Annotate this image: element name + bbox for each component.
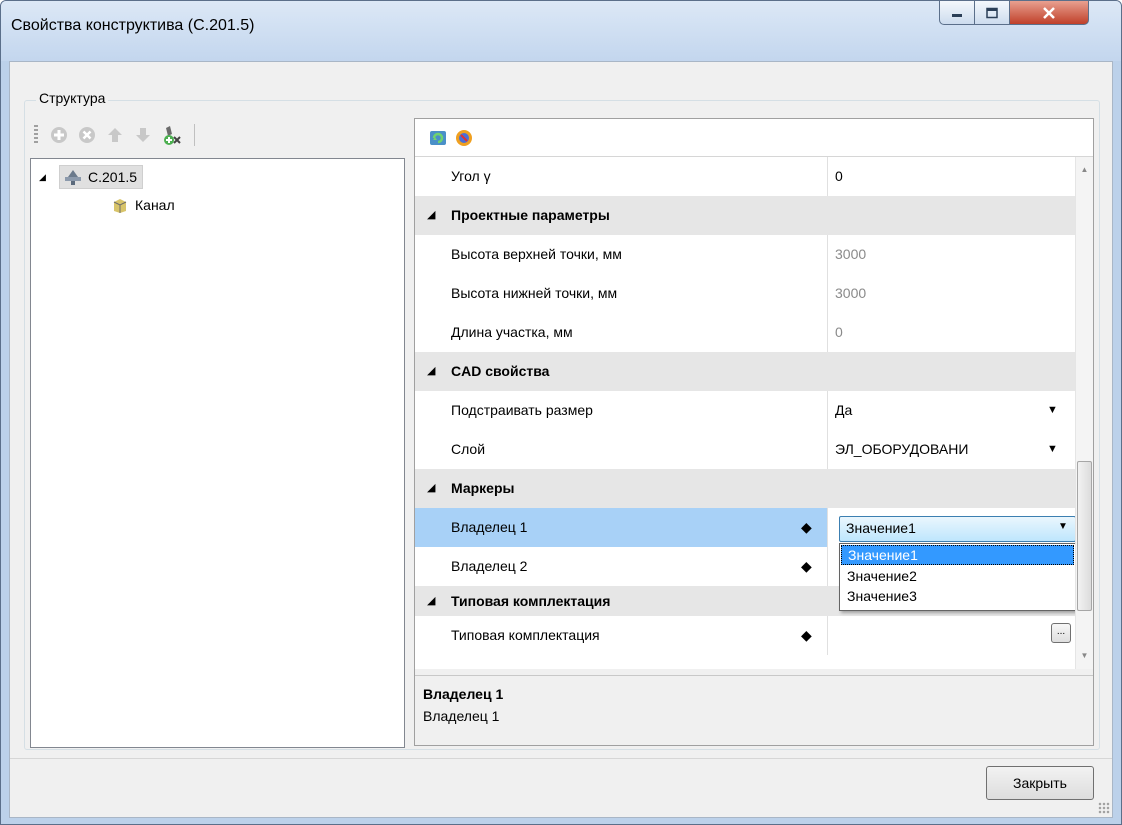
property-value[interactable]: ЭЛ_ОБОРУДОВАНИ [835, 430, 968, 469]
properties-window: Свойства конструктива (С.201.5) Структур… [0, 0, 1122, 825]
structure-group-title: Структура [36, 90, 109, 106]
property-toolbar [415, 119, 1093, 157]
tree-item-selected[interactable]: С.201.5 [59, 165, 144, 189]
property-value: 0 [835, 324, 843, 340]
collapse-arrow-icon[interactable]: ◢ [427, 352, 435, 391]
owner-dropdown-list[interactable]: Значение1 Значение2 Значение3 [839, 543, 1075, 611]
resize-grip[interactable] [1098, 802, 1110, 814]
collapse-arrow-icon[interactable]: ◢ [39, 172, 59, 183]
vertical-scrollbar[interactable]: ▲ ▼ [1075, 157, 1093, 669]
maximize-button[interactable] [974, 1, 1010, 25]
splitter[interactable] [827, 616, 828, 655]
collapse-arrow-icon[interactable]: ◢ [427, 586, 435, 616]
title-bar[interactable]: Свойства конструктива (С.201.5) [1, 1, 1121, 61]
property-row[interactable]: Высота верхней точки, мм 3000 [415, 235, 1075, 274]
property-name: Высота верхней точки, мм [451, 246, 622, 262]
tree-item-root[interactable]: ◢ С.201.5 [39, 165, 144, 189]
category-name: CAD свойства [451, 363, 550, 379]
splitter[interactable] [827, 547, 828, 586]
collapse-arrow-icon[interactable]: ◢ [427, 469, 435, 508]
construction-icon [65, 170, 81, 185]
category-name: Маркеры [451, 480, 515, 496]
property-value: 3000 [835, 285, 867, 301]
window-title: Свойства конструктива (С.201.5) [11, 17, 255, 34]
property-name: Угол γ [451, 168, 491, 184]
property-value[interactable]: Да [835, 391, 852, 430]
remove-element-icon[interactable] [160, 124, 182, 146]
splitter[interactable] [827, 508, 828, 547]
description-title: Владелец 1 [423, 686, 504, 702]
category-name: Типовая комплектация [451, 593, 611, 609]
scroll-down-arrow-icon[interactable]: ▼ [1076, 647, 1093, 665]
maximize-icon [986, 7, 998, 18]
splitter[interactable] [827, 157, 828, 196]
marker-diamond-icon: ◆ [801, 519, 812, 535]
channel-icon [113, 199, 127, 213]
minimize-icon [952, 13, 962, 17]
category-row[interactable]: ◢ Маркеры [415, 469, 1075, 508]
toolbar-grip[interactable] [34, 125, 38, 145]
close-window-button[interactable] [1009, 1, 1089, 25]
splitter[interactable] [827, 430, 828, 469]
refresh-icon[interactable] [427, 127, 449, 149]
ellipsis-button[interactable]: ... [1051, 623, 1071, 643]
property-value: 3000 [835, 246, 867, 262]
dropdown-option[interactable]: Значение1 [841, 545, 1074, 565]
tree-item-label: С.201.5 [88, 169, 138, 185]
close-button[interactable]: Закрыть [986, 766, 1094, 800]
collapse-arrow-icon[interactable]: ◢ [427, 196, 435, 235]
add-icon[interactable] [48, 124, 70, 146]
splitter[interactable] [827, 313, 828, 352]
minimize-button[interactable] [939, 1, 975, 25]
marker-diamond-icon: ◆ [801, 558, 812, 574]
move-up-icon[interactable] [104, 124, 126, 146]
dropdown-arrow-icon[interactable]: ▼ [1047, 391, 1058, 430]
tree-item-label: Канал [135, 197, 175, 213]
delete-icon[interactable] [76, 124, 98, 146]
description-panel: Владелец 1 Владелец 1 [415, 675, 1093, 745]
category-row[interactable]: ◢ Проектные параметры [415, 196, 1075, 235]
property-grid-panel: Угол γ 0 ◢ Проектные параметры Высота ве… [414, 118, 1094, 746]
dropdown-option[interactable]: Значение3 [841, 586, 1074, 606]
dropdown-option[interactable]: Значение2 [841, 566, 1074, 586]
property-name: Подстраивать размер [451, 402, 593, 418]
property-name: Высота нижней точки, мм [451, 285, 618, 301]
scroll-up-arrow-icon[interactable]: ▲ [1076, 161, 1093, 179]
property-row[interactable]: Угол γ 0 [415, 157, 1075, 196]
description-text: Владелец 1 [423, 708, 500, 724]
category-name: Проектные параметры [451, 207, 610, 223]
property-value[interactable]: 0 [835, 157, 843, 196]
owner-combobox[interactable]: Значение1 ▼ [839, 516, 1075, 542]
property-name: Длина участка, мм [451, 324, 573, 340]
footer-divider [10, 758, 1112, 759]
property-grid[interactable]: Угол γ 0 ◢ Проектные параметры Высота ве… [415, 157, 1075, 669]
dropdown-arrow-icon[interactable]: ▼ [1058, 521, 1068, 532]
property-name: Владелец 1 [451, 519, 528, 535]
property-name: Типовая комплектация [451, 627, 600, 643]
close-icon [1043, 6, 1055, 19]
move-down-icon[interactable] [132, 124, 154, 146]
property-row[interactable]: Высота нижней точки, мм 3000 [415, 274, 1075, 313]
property-row[interactable]: Подстраивать размер Да ▼ [415, 391, 1075, 430]
marker-diamond-icon: ◆ [801, 627, 812, 643]
property-name: Владелец 2 [451, 558, 528, 574]
combobox-value: Значение1 [846, 520, 916, 536]
property-row[interactable]: Длина участка, мм 0 [415, 313, 1075, 352]
dropdown-arrow-icon[interactable]: ▼ [1047, 430, 1058, 469]
scroll-thumb[interactable] [1077, 461, 1092, 611]
category-row[interactable]: ◢ CAD свойства [415, 352, 1075, 391]
sort-icon[interactable] [453, 127, 475, 149]
tree-item-channel[interactable]: Канал [111, 193, 175, 217]
property-row[interactable]: Типовая комплектация ◆ ... [415, 616, 1075, 655]
splitter[interactable] [827, 391, 828, 430]
structure-tree[interactable]: ◢ С.201.5 Канал [30, 158, 405, 748]
structure-toolbar [34, 120, 195, 150]
property-name: Слой [451, 441, 486, 457]
property-row[interactable]: Слой ЭЛ_ОБОРУДОВАНИ ▼ [415, 430, 1075, 469]
toolbar-separator [194, 124, 195, 146]
splitter[interactable] [827, 274, 828, 313]
dialog-client-area: Структура ◢ С.201.5 Канал Угол γ 0 ◢ Про… [9, 61, 1113, 818]
splitter[interactable] [827, 235, 828, 274]
